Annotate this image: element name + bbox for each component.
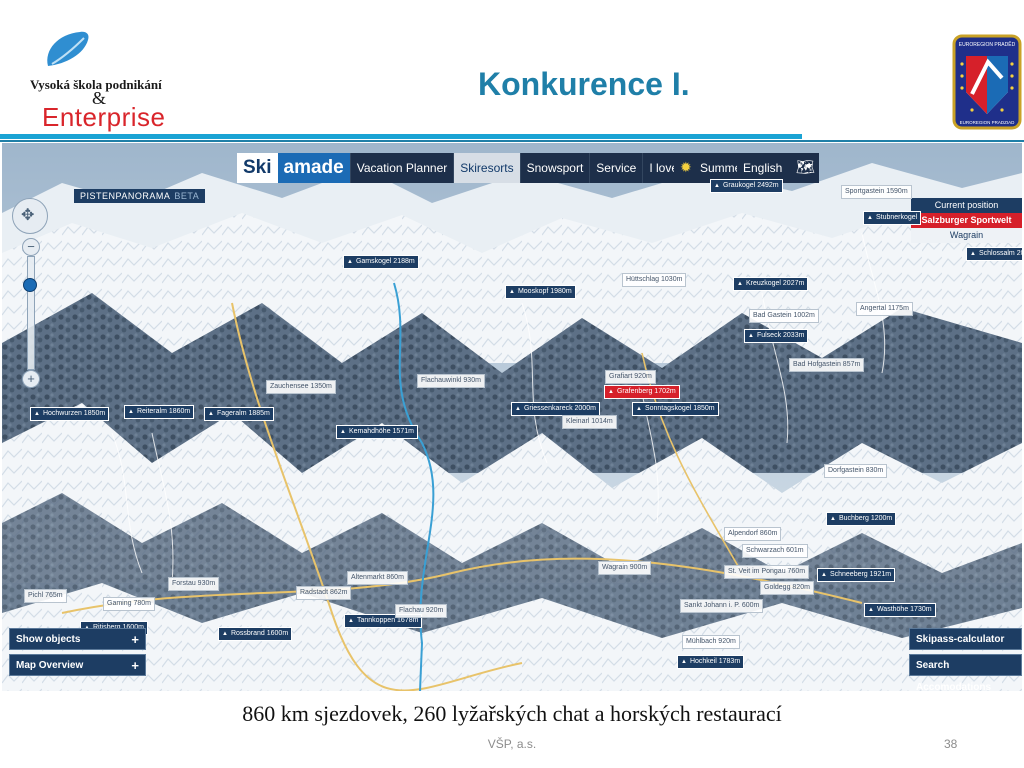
crest-text-bottom: EUROREGION PRADZIAD xyxy=(960,120,1016,125)
town-label[interactable]: Goldegg 820m xyxy=(760,581,814,595)
town-label[interactable]: Angertal 1175m xyxy=(856,302,913,316)
town-label[interactable]: Grafiart 920m xyxy=(605,370,656,384)
nav-vacation-planner[interactable]: Vacation Planner xyxy=(349,153,454,183)
leaf-logo-icon xyxy=(47,31,89,66)
sun-icon: ✹ xyxy=(680,159,692,175)
compass-icon: ✥ xyxy=(21,207,35,224)
pan-control[interactable]: ✥ xyxy=(12,198,48,234)
zoom-slider-thumb[interactable] xyxy=(23,278,37,292)
peak-label[interactable]: Mooskopf 1980m xyxy=(505,285,576,299)
town-label[interactable]: Alpendorf 860m xyxy=(724,527,782,541)
legend-current-position: Current position xyxy=(911,198,1022,213)
ski-amade-logo[interactable]: Ski amade xyxy=(237,153,350,183)
town-label[interactable]: Hüttschlag 1030m xyxy=(622,273,687,287)
euroregion-crest-icon: EUROREGION PRADĚD EUROREGION PRADZIAD xyxy=(952,34,1022,130)
town-label[interactable]: Gaming 780m xyxy=(103,597,155,611)
town-label[interactable]: Wagrain 900m xyxy=(598,561,652,575)
nav-skiresorts[interactable]: Skiresorts xyxy=(453,153,520,183)
town-label[interactable]: Zauchensee 1350m xyxy=(266,380,336,394)
search-accomodations-button[interactable]: Search Accomodations xyxy=(909,654,1022,691)
skipass-calculator-button[interactable]: Skipass-calculator xyxy=(909,628,1022,650)
town-label[interactable]: Mühlbach 920m xyxy=(682,635,740,649)
slide-footer: VŠP, a.s. xyxy=(487,737,537,751)
peak-label[interactable]: Fulseck 2033m xyxy=(744,329,809,343)
town-label[interactable]: Schwarzach 601m xyxy=(742,544,808,558)
town-label[interactable]: Kleinarl 1014m xyxy=(562,415,617,429)
panorama-beta: BETA xyxy=(174,191,200,201)
nav-service[interactable]: Service xyxy=(589,153,643,183)
peak-label[interactable]: Hochkeil 1783m xyxy=(677,655,745,669)
peak-label[interactable]: Schlossalm 205 xyxy=(966,247,1022,261)
crest-text-top: EUROREGION PRADĚD xyxy=(959,40,1016,48)
town-label[interactable]: Altenmarkt 860m xyxy=(347,571,408,585)
ski-panorama-screenshot: Ski amade Vacation Planner Skiresorts Sn… xyxy=(2,143,1022,691)
town-label[interactable]: Sportgastein 1590m xyxy=(841,185,912,199)
header-accent-bar xyxy=(0,134,802,139)
panorama-label: PISTENPANORAMA xyxy=(80,191,171,201)
position-legend: Current position Salzburger Sportwelt Wa… xyxy=(911,198,1022,243)
zoom-slider-track[interactable] xyxy=(27,256,35,370)
peak-label[interactable]: Reiteralm 1860m xyxy=(124,405,195,419)
slide-caption: 860 km sjezdovek, 260 lyžařských chat a … xyxy=(242,701,782,726)
panorama-tag: PISTENPANORAMA BETA xyxy=(74,189,206,203)
page-number: 38 xyxy=(944,737,958,751)
school-logo: Vysoká škola podnikání & Enterprise xyxy=(22,28,182,132)
map-overview-button[interactable]: Map Overview + xyxy=(9,654,146,676)
nav-snowsport[interactable]: Snowsport xyxy=(519,153,590,183)
brand-amade: amade xyxy=(277,153,350,183)
plus-icon: + xyxy=(131,658,139,673)
site-navbar: Ski amade Vacation Planner Skiresorts Sn… xyxy=(237,153,695,183)
slide-title: Konkurence I. xyxy=(478,66,690,102)
peak-label[interactable]: Kemahdhöhe 1571m xyxy=(336,425,418,439)
legend-region[interactable]: Salzburger Sportwelt xyxy=(911,213,1022,228)
town-label[interactable]: St. Veit im Pongau 760m xyxy=(724,565,810,579)
town-label[interactable]: Forstau 930m xyxy=(168,577,220,591)
plus-icon: + xyxy=(131,632,139,647)
show-objects-button[interactable]: Show objects + xyxy=(9,628,146,650)
legend-town[interactable]: Wagrain xyxy=(911,228,1022,243)
town-label[interactable]: Bad Gastein 1002m xyxy=(749,309,819,323)
peak-label[interactable]: Wasthöhe 1730m xyxy=(864,603,936,617)
peak-label[interactable]: Stubnerkogel xyxy=(863,211,922,225)
logo-enterprise: Enterprise xyxy=(42,102,166,132)
world-map-icon: 🗺 xyxy=(795,159,815,176)
language-label: English xyxy=(743,161,783,175)
town-label[interactable]: Bad Hofgastein 857m xyxy=(789,358,865,372)
brand-ski: Ski xyxy=(237,153,278,183)
town-label[interactable]: Sankt Johann i. P. 600m xyxy=(680,599,764,613)
peak-label[interactable]: Schneeberg 1921m xyxy=(817,568,896,582)
peak-label[interactable]: Sonntagskogel 1850m xyxy=(632,402,719,416)
town-label[interactable]: Pichl 765m xyxy=(24,589,67,603)
zoom-out-button[interactable]: − xyxy=(22,238,40,256)
peak-label[interactable]: Fageralm 1885m xyxy=(204,407,274,421)
show-objects-label: Show objects xyxy=(16,634,81,645)
town-label[interactable]: Dorfgastein 830m xyxy=(824,464,888,478)
town-label[interactable]: Flachauwinkl 930m xyxy=(417,374,485,388)
town-label[interactable]: Flachau 920m xyxy=(395,604,448,618)
peak-label[interactable]: Graukogel 2492m xyxy=(710,179,783,193)
peak-label[interactable]: Kreuzkogel 2027m xyxy=(733,277,809,291)
header-divider xyxy=(0,140,1024,142)
map-overview-label: Map Overview xyxy=(16,660,84,671)
peak-label[interactable]: Buchberg 1200m xyxy=(826,512,897,526)
peak-label[interactable]: Gamskogel 2188m xyxy=(343,255,419,269)
peak-label[interactable]: Hochwurzen 1850m xyxy=(30,407,110,421)
highlighted-peak-label[interactable]: Grafenberg 1702m xyxy=(604,385,680,399)
peak-label[interactable]: Rossbrand 1600m xyxy=(218,627,293,641)
map-navigation-control: ✥ − + xyxy=(10,198,50,388)
zoom-in-button[interactable]: + xyxy=(22,370,40,388)
peak-label[interactable]: Griessenkareck 2000m xyxy=(511,402,600,416)
town-label[interactable]: Radstadt 862m xyxy=(296,586,352,600)
